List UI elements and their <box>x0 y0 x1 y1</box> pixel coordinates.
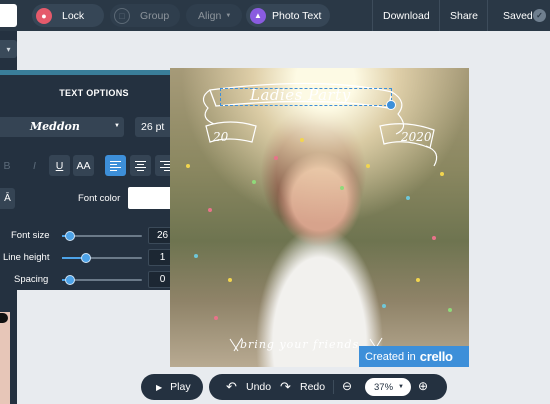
align-center-button[interactable] <box>130 155 151 176</box>
underline-button[interactable]: U <box>49 155 70 176</box>
align-left-icon <box>110 161 121 171</box>
toolbar-divider <box>372 0 373 31</box>
share-button[interactable]: Share <box>450 10 478 22</box>
confetti <box>448 308 452 312</box>
align-center-icon <box>135 161 146 171</box>
toolbar-divider <box>487 0 488 31</box>
check-icon: ✓ <box>533 9 546 22</box>
redo-icon[interactable]: ↷ <box>280 379 291 395</box>
confetti <box>186 164 190 168</box>
history-zoom-bar <box>209 374 447 400</box>
slider-knob[interactable] <box>65 231 75 241</box>
confetti <box>416 278 420 282</box>
created-in-crello-badge: Created in crello <box>359 346 469 367</box>
banner-ribbon-graphic <box>202 82 438 352</box>
confetti <box>252 180 256 184</box>
font-color-label: Font color <box>78 193 121 204</box>
spacing-slider[interactable] <box>62 275 142 285</box>
slider-knob[interactable] <box>65 275 75 285</box>
toolbar-divider <box>439 0 440 31</box>
download-button[interactable]: Download <box>383 10 430 22</box>
panel-title: TEXT OPTIONS <box>59 88 129 98</box>
spacing-label: Spacing <box>14 274 49 285</box>
font-size-value: 26 pt <box>141 121 165 133</box>
align-button[interactable]: Align ▼ <box>186 4 242 27</box>
confetti <box>366 164 370 168</box>
photo-text-icon: ▲ <box>250 7 266 24</box>
bar-divider <box>333 380 334 394</box>
bold-button[interactable]: B <box>0 155 14 176</box>
photo-text-button[interactable]: ▲ Photo Text <box>246 4 330 27</box>
sidebar-dropdown-button[interactable]: ▾ <box>0 40 17 58</box>
saved-status: Saved <box>503 10 533 22</box>
lock-button[interactable]: ● Lock <box>32 4 104 27</box>
banner-year-left[interactable]: 20 <box>213 130 228 144</box>
group-label: Group <box>140 9 170 22</box>
play-button[interactable]: ▶ Play <box>141 374 203 400</box>
zoom-select[interactable]: 37% ▼ <box>365 378 411 396</box>
font-family-value: Meddon <box>30 120 80 133</box>
photo-text-label: Photo Text <box>272 9 322 22</box>
zoom-in-icon[interactable]: ⊕ <box>418 379 428 393</box>
confetti <box>208 208 212 212</box>
italic-button[interactable]: I <box>24 155 45 176</box>
confetti <box>406 196 410 200</box>
group-icon: □ <box>114 7 130 24</box>
play-icon: ▶ <box>156 382 163 392</box>
confetti <box>440 172 444 176</box>
confetti <box>228 278 232 282</box>
line-height-slider[interactable] <box>62 253 142 263</box>
credit-text: Created in <box>365 350 416 363</box>
group-button[interactable]: □ Group <box>110 4 180 27</box>
undo-button[interactable]: Undo <box>246 381 271 393</box>
confetti <box>214 316 218 320</box>
font-family-select[interactable]: Meddon ▼ <box>0 117 124 137</box>
confetti <box>274 156 278 160</box>
undo-icon[interactable]: ↶ <box>226 379 237 395</box>
confetti <box>382 304 386 308</box>
slider-knob[interactable] <box>81 253 91 263</box>
chevron-down-icon: ▼ <box>114 123 120 129</box>
confetti <box>340 186 344 190</box>
bottom-tagline-text[interactable]: bring your friends <box>240 338 359 351</box>
banner-year-right[interactable]: 2020 <box>401 130 432 144</box>
banner-headline-text[interactable]: Ladies Party <box>250 86 351 104</box>
chevron-down-icon: ▼ <box>225 12 232 19</box>
font-size-label: Font size <box>11 230 50 241</box>
confetti <box>300 138 304 142</box>
uppercase-button[interactable]: AA <box>73 155 94 176</box>
lock-label: Lock <box>62 9 85 22</box>
align-label: Align <box>198 9 222 22</box>
zoom-out-icon[interactable]: ⊖ <box>342 379 352 393</box>
chevron-down-icon: ▼ <box>398 384 404 390</box>
design-canvas[interactable]: Ladies Party 20 2020 bring your friends … <box>170 68 469 367</box>
lock-icon: ● <box>36 7 52 24</box>
font-size-slider[interactable] <box>62 231 142 241</box>
line-height-label: Line height <box>3 252 50 263</box>
crello-logo: crello <box>419 349 453 364</box>
resize-handle[interactable] <box>386 100 396 110</box>
confetti <box>194 254 198 258</box>
confetti <box>432 236 436 240</box>
text-effect-button[interactable]: Ā <box>0 188 15 209</box>
template-thumbnail[interactable] <box>0 312 10 404</box>
zoom-value: 37% <box>374 381 394 393</box>
redo-button[interactable]: Redo <box>300 381 325 393</box>
text-options-panel: TEXT OPTIONS Meddon ▼ 26 pt ▼ B I U AA Ā… <box>0 70 188 290</box>
top-toolbar: ● Lock □ Group Align ▼ ▲ Photo Text Down… <box>0 0 550 31</box>
align-left-button[interactable] <box>105 155 126 176</box>
toolbar-left-button[interactable] <box>0 4 17 27</box>
play-label: Play <box>170 381 191 393</box>
